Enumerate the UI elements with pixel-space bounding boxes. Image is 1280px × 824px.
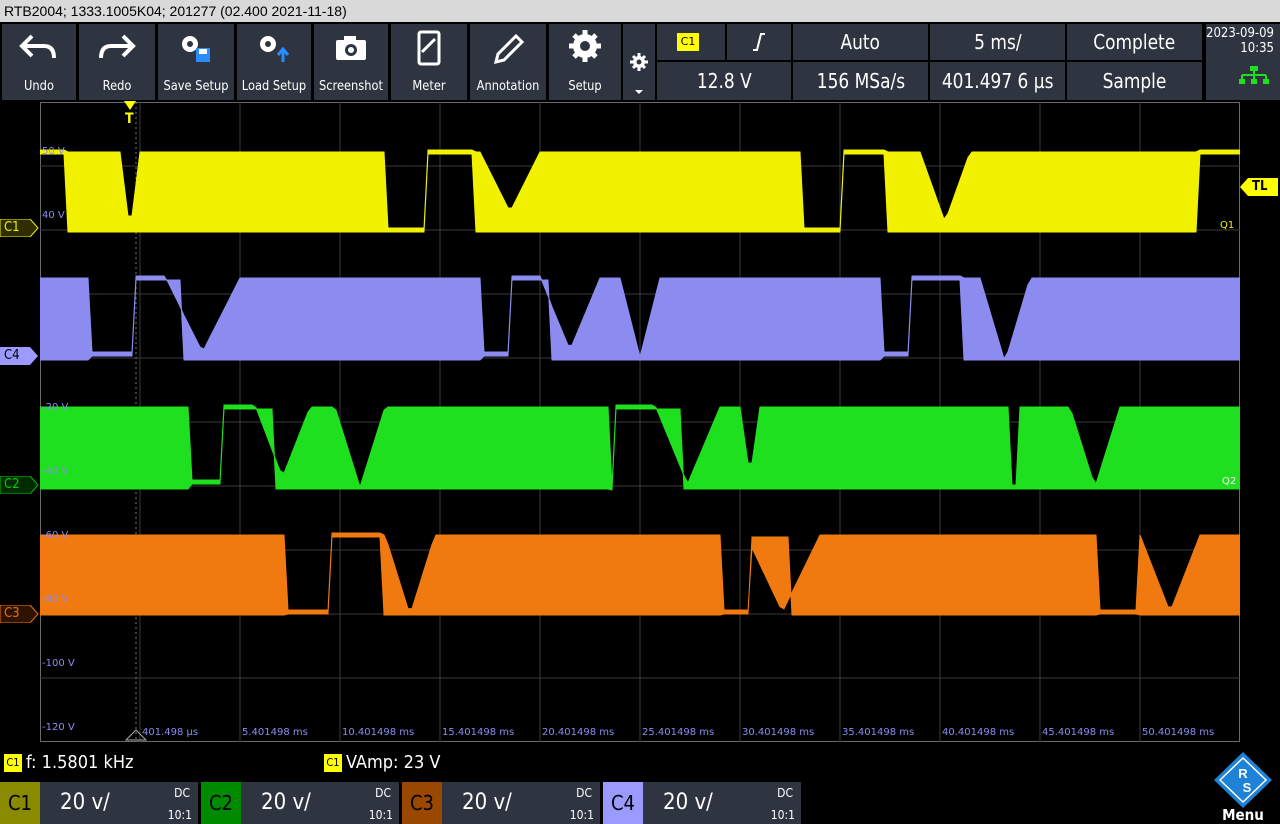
- settings-dropdown-button[interactable]: [623, 24, 655, 100]
- date-time: 2023-09-09 10:35: [1206, 24, 1280, 100]
- channel-box-c1[interactable]: C1 20 v/ DC 10:1: [0, 782, 198, 824]
- time-axis-label: 50.401498 ms: [1142, 727, 1214, 738]
- gear-icon: [549, 30, 621, 66]
- small-gear-icon: [630, 53, 648, 94]
- y-axis-label: 50 V: [42, 146, 65, 157]
- time-axis-label: 25.401498 ms: [642, 727, 714, 738]
- measurement-frequency[interactable]: C1 f: 1.5801 kHz: [4, 752, 134, 774]
- time-axis-label: 35.401498 ms: [842, 727, 914, 738]
- camera-icon: [314, 30, 388, 66]
- y-axis-label: -60 V: [42, 530, 69, 541]
- redo-icon: [79, 30, 155, 66]
- load-setup-icon: [237, 30, 311, 66]
- time-axis-label: 30.401498 ms: [742, 727, 814, 738]
- channel-label-c3[interactable]: C3: [0, 605, 39, 623]
- time: 10:35: [1240, 41, 1274, 56]
- save-setup-icon: [158, 30, 234, 66]
- channel-box-c3[interactable]: C3 20 v/ DC 10:1: [402, 782, 600, 824]
- network-icon: [1239, 66, 1269, 84]
- y-axis-label: -20 V: [42, 402, 69, 413]
- time-axis-label: 45.401498 ms: [1042, 727, 1114, 738]
- meter-icon: [391, 30, 467, 66]
- time-axis-label: 40.401498 ms: [942, 727, 1014, 738]
- undo-icon: [2, 30, 76, 66]
- load-setup-button[interactable]: Load Setup: [237, 24, 311, 100]
- horizontal-position[interactable]: 401.497 6 µs: [930, 62, 1065, 100]
- annotation-button[interactable]: Annotation: [470, 24, 546, 100]
- meter-button[interactable]: Meter: [391, 24, 467, 100]
- time-axis-label: 10.401498 ms: [342, 727, 414, 738]
- screenshot-button[interactable]: Screenshot: [314, 24, 388, 100]
- acquisition-state[interactable]: Complete: [1067, 24, 1202, 60]
- measurement-amplitude[interactable]: C1 VAmp: 23 V: [324, 752, 440, 774]
- pencil-icon: [470, 30, 546, 66]
- waveform-c1: [39, 149, 1241, 233]
- rising-edge-icon: [753, 33, 765, 51]
- channel-label-c1[interactable]: C1: [0, 219, 39, 237]
- channel-label-c2[interactable]: C2: [0, 476, 39, 494]
- menu-button[interactable]: R S Menu: [1206, 748, 1280, 824]
- trigger-source[interactable]: C1: [657, 24, 725, 60]
- undo-button[interactable]: Undo: [2, 24, 76, 100]
- title-bar: RTB2004; 1333.1005K04; 201277 (02.400 20…: [0, 0, 1280, 22]
- date: 2023-09-09: [1206, 26, 1274, 41]
- svg-text:R: R: [1238, 766, 1248, 781]
- waveform-c3: [39, 532, 1241, 616]
- time-axis-label: 20.401498 ms: [542, 727, 614, 738]
- marker-q2: Q2: [1222, 476, 1236, 487]
- save-setup-button[interactable]: Save Setup: [158, 24, 234, 100]
- trigger-slope[interactable]: [727, 24, 791, 60]
- channel-bar-empty: [804, 782, 1202, 824]
- time-axis-label: 5.401498 ms: [242, 727, 308, 738]
- time-axis-label: 15.401498 ms: [442, 727, 514, 738]
- marker-q1: Q1: [1220, 220, 1234, 231]
- svg-text:S: S: [1243, 780, 1252, 795]
- trigger-mode[interactable]: Auto: [793, 24, 928, 60]
- setup-button[interactable]: Setup: [549, 24, 621, 100]
- y-axis-label: -120 V: [42, 722, 75, 733]
- trigger-position-marker[interactable]: T: [122, 101, 138, 131]
- rs-logo-icon: R S: [1214, 752, 1272, 808]
- y-axis-label: -80 V: [42, 594, 69, 605]
- channel-box-c2[interactable]: C2 20 v/ DC 10:1: [201, 782, 399, 824]
- trigger-level[interactable]: 12.8 V: [657, 62, 791, 100]
- trigger-level-marker[interactable]: TL: [1240, 178, 1278, 196]
- waveform-display[interactable]: 50 V 40 V -20 V -40 V -60 V -80 V -100 V -120 V…: [39, 102, 1241, 742]
- sample-rate[interactable]: 156 MSa/s: [793, 62, 928, 100]
- redo-button[interactable]: Redo: [79, 24, 155, 100]
- channel-box-c4[interactable]: C4 20 v/ DC 10:1: [603, 782, 801, 824]
- timebase[interactable]: 5 ms/: [930, 24, 1065, 60]
- y-axis-label: -40 V: [42, 466, 69, 477]
- time-axis-label: 401.498 µs: [142, 727, 198, 738]
- y-axis-label: -100 V: [42, 658, 75, 669]
- channel-label-c4[interactable]: C4: [0, 347, 38, 365]
- y-axis-label: 40 V: [42, 210, 65, 221]
- acquisition-mode[interactable]: Sample: [1067, 62, 1202, 100]
